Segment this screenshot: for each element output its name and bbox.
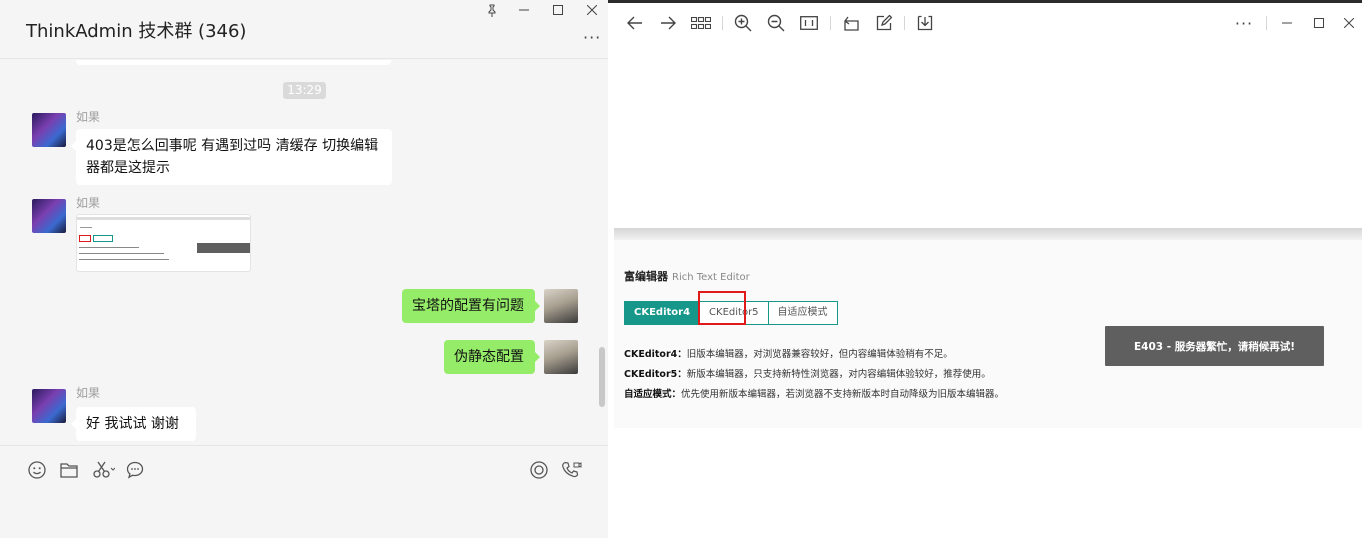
avatar[interactable] [32,199,66,233]
minimize-icon[interactable] [514,2,534,18]
message-text: 宝塔的配置有问题 [412,298,524,314]
editor-description: CKEditor4：旧版本编辑器，对浏览器兼容较好，但内容编辑体验稍有不足。 [624,349,953,360]
message-bubble[interactable]: 宝塔的配置有问题 [402,289,540,323]
pin-icon[interactable] [482,2,502,18]
chat-bubble-icon[interactable] [124,459,146,481]
live-icon[interactable] [528,459,550,481]
previous-message-bubble [76,60,391,65]
emoji-icon[interactable] [26,459,48,481]
tab-ckeditor4: CKEditor4 [625,302,701,324]
message-bubble[interactable]: 403是怎么回事呢 有遇到过吗 清缓存 切换编辑 器都是这提示 [71,129,392,185]
close-icon[interactable] [1338,12,1360,34]
download-icon[interactable] [914,12,936,34]
editor-description: 自适应模式：优先使用新版本编辑器，若浏览器不支持新版本时自动降级为旧版本编辑器。 [624,389,1005,400]
error-toast: E403 - 服务器繁忙，请稍候再试! [1105,326,1324,366]
image-message-thumbnail[interactable] [76,214,251,272]
grid-view-icon[interactable] [690,12,712,34]
zoom-out-icon[interactable] [765,12,787,34]
avatar[interactable] [544,289,578,323]
viewer-toolbar: ··· [608,3,1362,43]
chat-header: ThinkAdmin 技术群 (346) ··· [0,0,608,59]
chat-window: ThinkAdmin 技术群 (346) ··· 13:29 如果 403是怎么… [0,0,608,538]
maximize-icon[interactable] [548,2,568,18]
actual-size-icon[interactable] [798,12,820,34]
editor-description: CKEditor5：新版本编辑器，只支持新特性浏览器，对内容编辑体验较好，推荐使… [624,369,991,380]
message-text: 伪静态配置 [454,349,524,365]
maximize-icon[interactable] [1308,12,1330,34]
message-bubble[interactable]: 好 我试试 谢谢 [71,407,196,441]
sender-name: 如果 [76,386,101,400]
avatar[interactable] [32,113,66,147]
viewer-more-button[interactable]: ··· [1232,12,1256,34]
red-highlight-box [698,291,746,325]
minimize-icon[interactable] [1276,12,1298,34]
zoom-in-icon[interactable] [732,12,754,34]
folder-icon[interactable] [58,459,80,481]
message-bubble[interactable]: 伪静态配置 [444,340,540,374]
video-call-icon[interactable] [561,459,583,481]
sender-name: 如果 [76,196,101,210]
sender-name: 如果 [76,110,101,124]
arrow-right-icon[interactable] [657,12,679,34]
message-list[interactable]: 13:29 如果 403是怎么回事呢 有遇到过吗 清缓存 切换编辑 器都是这提示… [0,60,608,445]
chat-more-button[interactable]: ··· [583,28,601,47]
time-divider: 13:29 [283,82,326,99]
close-icon[interactable] [582,2,602,18]
chat-title: ThinkAdmin 技术群 (346) [26,21,247,42]
viewed-image: 富编辑器 Rich Text Editor CKEditor4 CKEditor5… [614,228,1362,428]
avatar[interactable] [32,389,66,423]
tab-adaptive-mode: 自适应模式 [768,302,837,324]
chat-input-toolbar [0,445,608,538]
scissors-icon[interactable] [91,459,117,481]
rotate-icon[interactable] [840,12,862,34]
message-text-line: 器都是这提示 [86,160,170,176]
image-viewer-window: ··· 富编辑器 Rich Text Editor CKEditor4 CKEdi… [608,0,1362,538]
edit-icon[interactable] [873,12,895,34]
message-text-line: 403是怎么回事呢 有遇到过吗 清缓存 切换编辑 [86,138,379,154]
avatar[interactable] [544,340,578,374]
message-text: 好 我试试 谢谢 [86,416,179,432]
editor-heading: 富编辑器 Rich Text Editor [624,270,750,283]
chat-scrollbar[interactable] [599,347,605,407]
arrow-left-icon[interactable] [624,12,646,34]
